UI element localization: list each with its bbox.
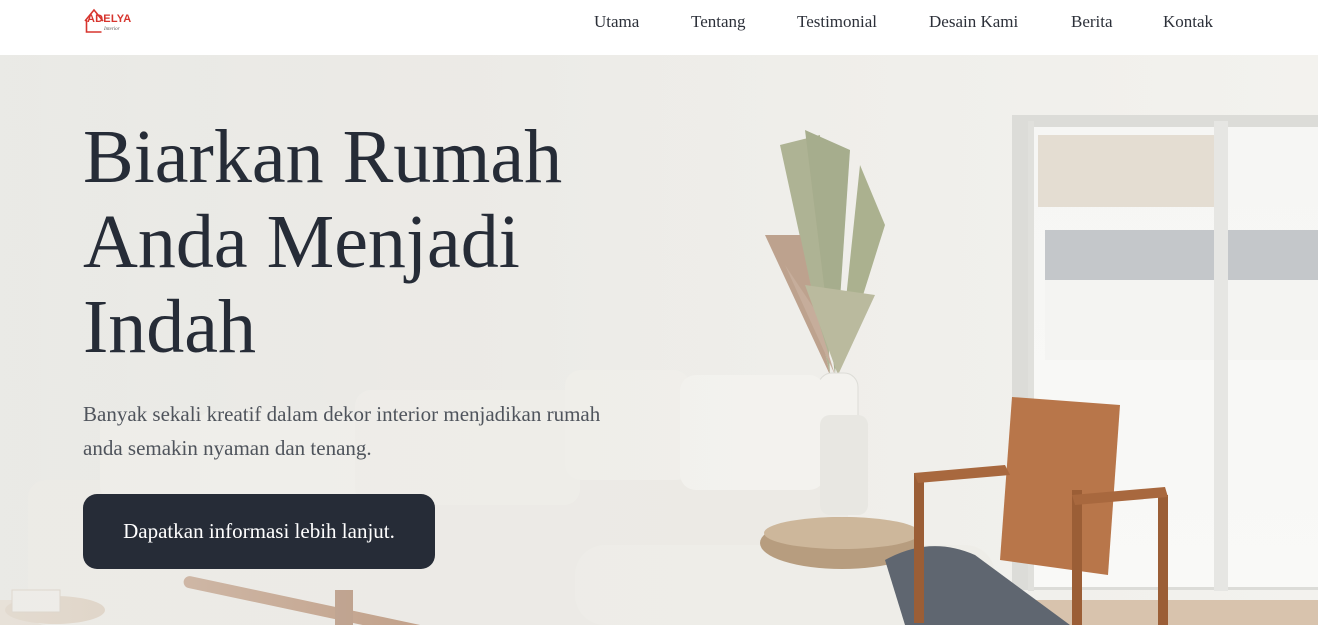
hero-section: Biarkan Rumah Anda Menjadi Indah Banyak … xyxy=(0,55,1318,625)
nav-item-berita[interactable]: Berita xyxy=(1071,12,1113,32)
nav-item-tentang[interactable]: Tentang xyxy=(691,12,746,32)
more-info-button[interactable]: Dapatkan informasi lebih lanjut. xyxy=(83,494,435,569)
nav-item-utama[interactable]: Utama xyxy=(594,12,639,32)
nav-item-testimonial[interactable]: Testimonial xyxy=(797,12,877,32)
main-nav: Utama Tentang Testimonial Desain Kami Be… xyxy=(0,12,1318,34)
hero-subtitle: Banyak sekali kreatif dalam dekor interi… xyxy=(83,402,601,460)
nav-item-desain-kami[interactable]: Desain Kami xyxy=(929,12,1018,32)
hero-title: Biarkan Rumah Anda Menjadi Indah xyxy=(83,115,563,369)
nav-item-kontak[interactable]: Kontak xyxy=(1163,12,1213,32)
site-header: ADELYA Interior Utama Tentang Testimonia… xyxy=(0,0,1318,55)
